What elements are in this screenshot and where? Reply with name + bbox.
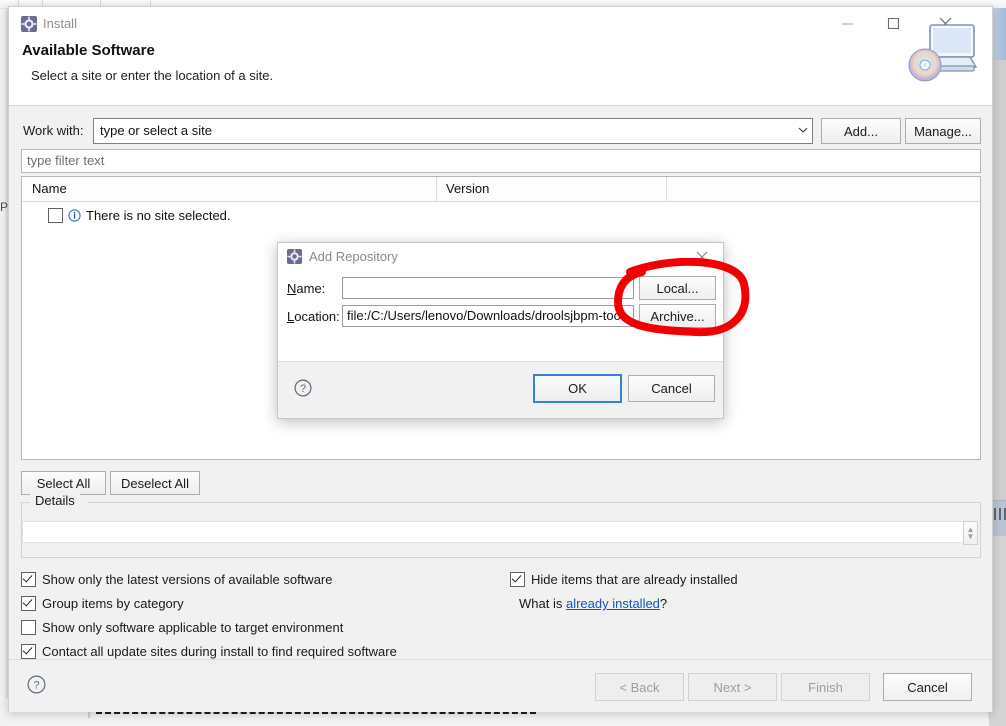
checkbox-box[interactable] [21, 620, 36, 635]
row-checkbox[interactable] [48, 207, 63, 223]
checkbox-label: Show only the latest versions of availab… [42, 572, 333, 587]
local-button[interactable]: Local... [639, 276, 716, 300]
table-row[interactable]: There is no site selected. [22, 202, 980, 228]
checkbox-label: Group items by category [42, 596, 184, 611]
location-label-rest: ocation: [294, 309, 340, 324]
column-divider[interactable] [436, 177, 437, 201]
what-is-suffix: ? [659, 596, 668, 611]
location-field[interactable]: file:/C:/Users/lenovo/Downloads/droolsjb… [342, 305, 634, 327]
backdrop-left-label: P [0, 200, 9, 214]
add-button[interactable]: Add... [821, 118, 901, 144]
finish-button[interactable]: Finish [781, 673, 870, 701]
add-repository-dialog: Add Repository Name: Local... Location: … [277, 242, 724, 419]
group-border-left [22, 502, 30, 503]
checkbox-box[interactable] [21, 572, 36, 587]
column-header-version[interactable]: Version [446, 181, 489, 196]
table-body: There is no site selected. [22, 202, 980, 228]
what-is-already-installed: What is already installed? [519, 596, 667, 611]
checkbox-box[interactable] [510, 572, 525, 587]
checkbox-hide-already-installed[interactable]: Hide items that are already installed [510, 572, 738, 587]
archive-button[interactable]: Archive... [639, 304, 716, 328]
column-header-name[interactable]: Name [32, 181, 67, 196]
column-divider[interactable] [666, 177, 667, 201]
install-icon [287, 249, 302, 264]
help-icon[interactable]: ? [27, 675, 46, 694]
window-title: Install [43, 16, 77, 31]
table-row-label: There is no site selected. [86, 207, 231, 223]
add-repository-footer: ? OK Cancel [278, 362, 723, 418]
page-subtitle: Select a site or enter the location of a… [31, 68, 274, 83]
group-border-right [88, 502, 980, 503]
checkbox-label: Contact all update sites during install … [42, 644, 397, 659]
cancel-button[interactable]: Cancel [883, 673, 972, 701]
name-label-rest: ame: [296, 281, 326, 296]
checkbox-show-latest-versions[interactable]: Show only the latest versions of availab… [21, 572, 333, 587]
next-button[interactable]: Next > [688, 673, 777, 701]
ok-button[interactable]: OK [533, 374, 622, 403]
filter-placeholder: type filter text [27, 153, 105, 168]
add-repository-title: Add Repository [309, 249, 398, 264]
deselect-all-button[interactable]: Deselect All [110, 471, 200, 495]
table-header-row: Name Version [22, 177, 980, 202]
work-with-row: Work with: type or select a site Add... … [9, 114, 992, 148]
checkbox-contact-update-sites[interactable]: Contact all update sites during install … [21, 644, 397, 659]
checkbox-box[interactable] [21, 596, 36, 611]
chevron-down-icon[interactable] [798, 125, 808, 137]
details-stepper[interactable]: ▲ ▼ [963, 521, 978, 545]
add-repository-body: Name: Local... Location: file:/C:/Users/… [278, 271, 723, 362]
checkbox-applicable-target-environment[interactable]: Show only software applicable to target … [21, 620, 343, 635]
work-with-value: type or select a site [100, 123, 212, 138]
checkbox-label: Hide items that are already installed [531, 572, 738, 587]
minimize-button[interactable] [824, 7, 870, 39]
close-icon[interactable] [689, 246, 715, 268]
details-text-area[interactable] [22, 521, 968, 543]
name-field[interactable] [342, 277, 634, 299]
wizard-footer: ? < Back Next > Finish Cancel [9, 659, 992, 712]
what-is-prefix: What is [519, 596, 566, 611]
help-icon[interactable]: ? [294, 379, 312, 397]
window-titlebar: Install [9, 7, 992, 41]
checkbox-group-by-category[interactable]: Group items by category [21, 596, 184, 611]
page-title: Available Software [22, 42, 155, 59]
wizard-header: Available Software Select a site or ente… [9, 24, 992, 106]
add-repository-titlebar: Add Repository [278, 243, 723, 271]
cancel-button[interactable]: Cancel [628, 375, 715, 402]
location-value: file:/C:/Users/lenovo/Downloads/droolsjb… [347, 308, 621, 323]
install-icon [21, 16, 37, 32]
info-icon [68, 208, 81, 222]
manage-button[interactable]: Manage... [905, 118, 981, 144]
location-label: Location: [287, 309, 340, 324]
checkbox-label: Show only software applicable to target … [42, 620, 344, 635]
stepper-down-icon[interactable]: ▼ [967, 533, 975, 541]
details-group: Details ▲ ▼ [21, 493, 981, 558]
work-with-combobox[interactable]: type or select a site [93, 118, 813, 144]
details-legend: Details [30, 493, 80, 508]
software-install-artwork-icon [904, 19, 980, 85]
select-all-button[interactable]: Select All [21, 471, 106, 495]
name-label: Name: [287, 281, 326, 296]
filter-input[interactable]: type filter text [21, 149, 981, 173]
svg-text:?: ? [33, 680, 39, 692]
svg-text:?: ? [300, 383, 306, 395]
back-button[interactable]: < Back [595, 673, 684, 701]
checkbox-box[interactable] [21, 644, 36, 659]
already-installed-link[interactable]: already installed [566, 596, 660, 611]
work-with-label: Work with: [23, 123, 84, 138]
